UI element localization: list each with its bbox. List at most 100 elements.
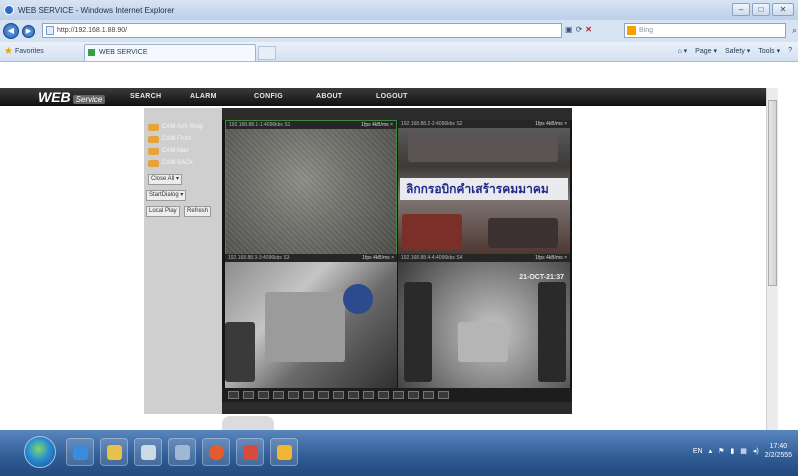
logo-text: WEB — [38, 89, 71, 105]
feed-shape — [408, 132, 558, 162]
home-icon[interactable]: ⌂ ▾ — [677, 47, 687, 55]
favorites-label[interactable]: Favorites — [15, 48, 44, 55]
video-grid-frame: 192.168.88.1-1:4096kbs S1 1fps 4kB/ms × … — [222, 108, 572, 414]
video-cell-4[interactable]: 192.168.88.4-4:4096kbs S4 1fps 4kB/ms × … — [398, 254, 570, 389]
refresh-button[interactable]: Refresh — [184, 206, 212, 217]
volume-icon[interactable]: ◂) — [753, 447, 759, 455]
menu-about[interactable]: ABOUT — [316, 88, 342, 106]
minimize-button[interactable]: – — [732, 3, 750, 16]
ie-glyph-icon — [73, 445, 88, 460]
camera-icon — [148, 159, 159, 167]
refresh-page-icon[interactable]: ⟳ — [576, 25, 583, 34]
layout-8-button[interactable] — [273, 391, 284, 399]
folder-icon — [107, 445, 122, 460]
taskbar-explorer-icon[interactable] — [100, 438, 128, 466]
camera-item-man[interactable]: CAM Man — [148, 146, 189, 156]
layout-9-button[interactable] — [288, 391, 299, 399]
camera-icon — [148, 147, 159, 155]
feed-sign-text: ลิกกรอบิกคำเสร้ารคมมาคม — [400, 178, 568, 200]
local-play-button[interactable]: Local Play — [146, 206, 180, 217]
ie-icon — [4, 5, 14, 15]
video-cell-2[interactable]: 192.168.88.2-2:4096kbs S2 1fps 4kB/ms × … — [398, 120, 570, 255]
tab-favicon-icon — [88, 49, 95, 56]
search-icon[interactable]: ⌕ — [792, 24, 797, 37]
new-tab-button[interactable] — [258, 46, 276, 60]
menu-alarm[interactable]: ALARM — [190, 88, 217, 106]
help-icon[interactable]: ? — [788, 47, 792, 55]
menu-search[interactable]: SEARCH — [130, 88, 161, 106]
camera-item-arm-shop[interactable]: CAM Arm Shop — [148, 122, 203, 132]
close-all-button[interactable]: Close All ▾ — [148, 174, 183, 185]
cell-rate: 1fps 4kB/ms × — [361, 122, 393, 128]
bing-icon — [627, 26, 636, 35]
maximize-button[interactable]: □ — [752, 3, 770, 16]
cell-header: 192.168.88.1-1:4096kbs S1 1fps 4kB/ms × — [226, 121, 396, 129]
start-dialog-label: StartDialog — [149, 192, 179, 198]
video-top-strip — [222, 108, 572, 120]
clock[interactable]: 17:40 2/2/2555 — [765, 442, 792, 460]
stop-icon[interactable]: ✕ — [585, 25, 592, 34]
camera-label: CAM Arm Shop — [162, 124, 204, 130]
battery-icon[interactable]: ▮ — [730, 447, 734, 455]
camera-item-front[interactable]: CAM Front — [148, 134, 191, 144]
camera-label: CAM Man — [162, 148, 189, 154]
vertical-scrollbar[interactable] — [766, 88, 778, 430]
forward-button[interactable]: ▶ — [22, 24, 35, 38]
command-page[interactable]: Page ▾ — [695, 47, 717, 55]
close-button[interactable]: ✕ — [772, 3, 794, 16]
layout-1-button[interactable] — [228, 391, 239, 399]
cell-header: 192.168.88.4-4:4096kbs S4 1fps 4kB/ms × — [398, 254, 570, 262]
fullscreen-button[interactable] — [378, 391, 389, 399]
browser-tab[interactable]: WEB SERVICE — [84, 44, 256, 61]
taskbar-folder-icon[interactable] — [270, 438, 298, 466]
start-button[interactable] — [24, 436, 56, 468]
flag-icon[interactable]: ⚑ — [718, 447, 724, 455]
camera-feed-image: 21-OCT-21:37 — [398, 262, 570, 389]
compat-view-icon[interactable]: ▣ — [565, 25, 573, 34]
tray-arrow-icon[interactable]: ▴ — [709, 447, 713, 455]
camera-label: CAM Front — [162, 136, 192, 142]
layout-13-button[interactable] — [303, 391, 314, 399]
media-icon — [209, 445, 224, 460]
favorites-star-icon[interactable]: ★ — [4, 46, 13, 57]
snapshot-button[interactable] — [393, 391, 404, 399]
menu-config[interactable]: CONFIG — [254, 88, 283, 106]
record-button[interactable] — [408, 391, 419, 399]
command-safety[interactable]: Safety ▾ — [725, 47, 750, 55]
feed-shape — [225, 322, 255, 382]
settings-button[interactable] — [423, 391, 434, 399]
layout-16-button[interactable] — [318, 391, 329, 399]
network-tray-icon[interactable]: ▦ — [740, 447, 747, 455]
taskbar-ie-icon[interactable] — [66, 438, 94, 466]
layout-6-button[interactable] — [258, 391, 269, 399]
camera-control-panel: CAM Arm Shop CAM Front CAM Man CAM BACK … — [144, 108, 222, 414]
layout-25-button[interactable] — [348, 391, 359, 399]
taskbar-app-icon[interactable] — [134, 438, 162, 466]
command-tools[interactable]: Tools ▾ — [758, 47, 780, 55]
taskbar-media-icon[interactable] — [202, 438, 230, 466]
layout-36-button[interactable] — [363, 391, 374, 399]
close-video-button[interactable] — [438, 391, 449, 399]
search-input[interactable]: Bing ⌕ — [624, 23, 797, 38]
taskbar-paint-icon[interactable] — [236, 438, 264, 466]
language-indicator[interactable]: EN — [693, 448, 703, 455]
scrollbar-thumb[interactable] — [768, 100, 777, 286]
url-text: http://192.168.1.88.90/ — [57, 27, 128, 34]
layout-toolbar — [222, 388, 572, 402]
layout-4-button[interactable] — [243, 391, 254, 399]
camera-item-back[interactable]: CAM BACK — [148, 158, 193, 168]
video-cell-3[interactable]: 192.168.88.3-3:4096kbs S3 1fps 4kB/ms × — [225, 254, 397, 389]
url-input[interactable]: http://192.168.1.88.90/ — [42, 23, 562, 38]
video-cell-1[interactable]: 192.168.88.1-1:4096kbs S1 1fps 4kB/ms × — [225, 120, 397, 255]
clock-date: 2/2/2555 — [764, 452, 792, 459]
layout-20-button[interactable] — [333, 391, 344, 399]
ptz-control[interactable] — [222, 416, 274, 430]
taskbar-network-icon[interactable] — [168, 438, 196, 466]
cell-rate: 1fps 4kB/ms × — [535, 255, 567, 261]
cell-header: 192.168.88.3-3:4096kbs S3 1fps 4kB/ms × — [225, 254, 397, 262]
paint-icon — [243, 445, 258, 460]
start-dialog-select[interactable]: StartDialog ▾ — [146, 190, 187, 201]
clock-time: 17:40 — [769, 443, 788, 450]
back-button[interactable]: ◀ — [3, 23, 19, 39]
menu-logout[interactable]: LOGOUT — [376, 88, 408, 106]
